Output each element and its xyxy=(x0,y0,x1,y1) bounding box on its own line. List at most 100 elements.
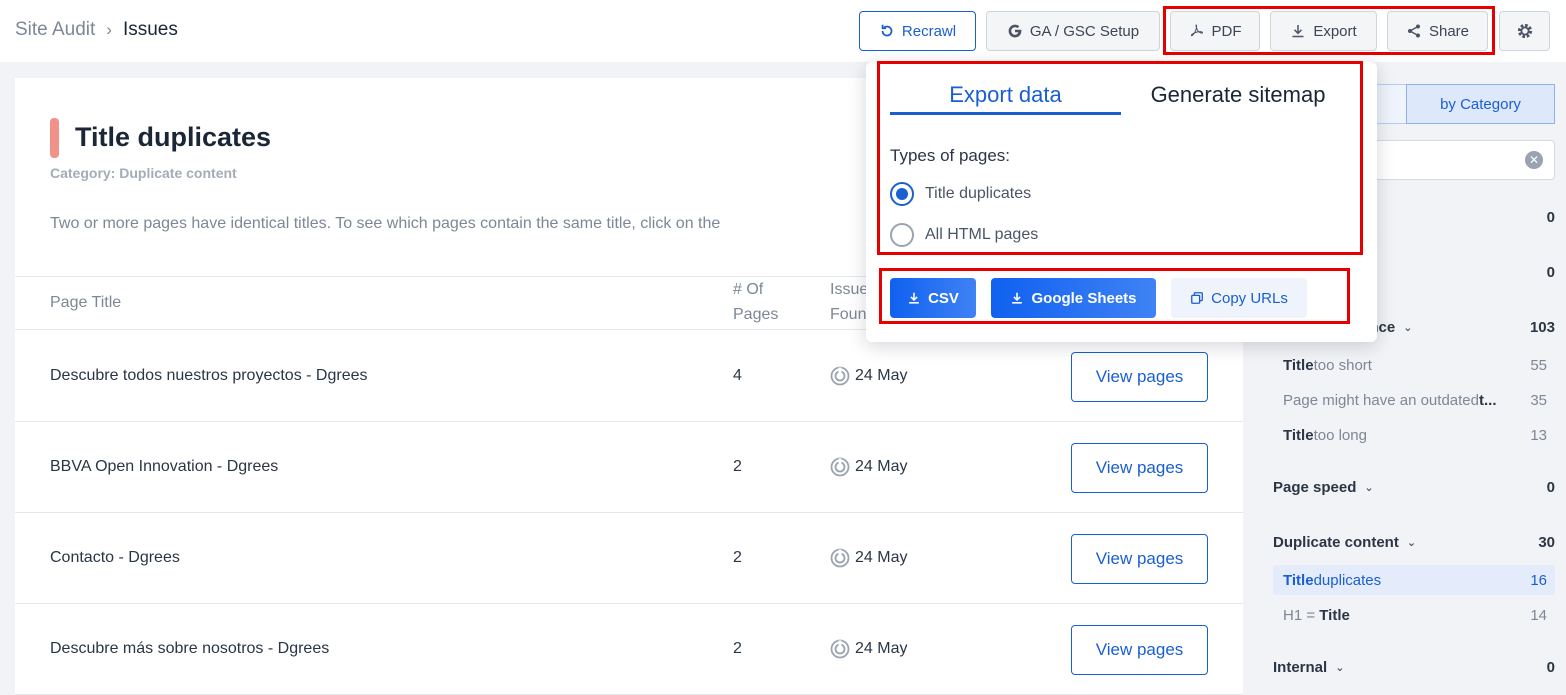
radar-icon xyxy=(830,457,850,477)
row-date-text: 24 May xyxy=(855,549,908,566)
radio-checked-icon[interactable] xyxy=(890,182,914,206)
clear-search-icon[interactable]: ✕ xyxy=(1525,151,1543,169)
sidebar-category-internal[interactable]: Internal ⌄ xyxy=(1273,659,1344,676)
gear-icon xyxy=(1517,23,1532,39)
chevron-down-icon: ⌄ xyxy=(1335,662,1345,674)
ga-gsc-setup-button[interactable]: GA / GSC Setup xyxy=(986,11,1160,51)
sub-count: 55 xyxy=(1530,356,1547,374)
chevron-down-icon: ⌄ xyxy=(1406,537,1417,549)
row-page-title: Contacto - Dgrees xyxy=(50,549,180,566)
pdf-label: PDF xyxy=(1211,22,1242,40)
header-page-count[interactable]: # Of Pages xyxy=(733,277,803,327)
chevron-down-icon: ⌄ xyxy=(1364,482,1374,494)
download-icon xyxy=(1012,292,1023,304)
sub-text: H1 = xyxy=(1283,606,1316,624)
view-toggle-by-category[interactable]: by Category xyxy=(1406,84,1555,124)
row-page-count: 2 xyxy=(733,458,742,475)
view-pages-button[interactable]: View pages xyxy=(1071,443,1208,493)
radio-unchecked-icon[interactable] xyxy=(890,223,914,247)
row-date-text: 24 May xyxy=(855,640,908,657)
view-pages-button[interactable]: View pages xyxy=(1071,625,1208,675)
sub-count: 35 xyxy=(1530,391,1547,409)
issue-severity-marker xyxy=(50,118,59,158)
sidebar-category-duplicate-content[interactable]: Duplicate content ⌄ xyxy=(1273,534,1416,551)
recrawl-button[interactable]: Recrawl xyxy=(859,11,976,51)
breadcrumb-site-audit[interactable]: Site Audit xyxy=(15,19,95,41)
tab-generate-sitemap[interactable]: Generate sitemap xyxy=(1134,82,1342,108)
sidebar-category-count: 103 xyxy=(1529,319,1555,336)
issue-category: Category: Duplicate content xyxy=(50,165,237,181)
issue-description: Two or more pages have identical titles.… xyxy=(50,215,721,232)
sub-text: Page might have an outdated xyxy=(1283,391,1479,409)
share-icon xyxy=(1407,24,1420,38)
radio-all-html-pages[interactable]: All HTML pages xyxy=(890,223,1038,247)
export-google-sheets-button[interactable]: Google Sheets xyxy=(991,278,1156,318)
sidebar-category-count: 0 xyxy=(1546,479,1555,496)
pdf-button[interactable]: PDF xyxy=(1170,11,1260,51)
breadcrumb: Site Audit › Issues xyxy=(15,19,178,41)
export-dropdown: Export data Generate sitemap Types of pa… xyxy=(866,62,1377,342)
row-page-count: 2 xyxy=(733,549,742,566)
download-icon xyxy=(909,292,919,304)
sidebar-category-label: Internal xyxy=(1273,659,1328,676)
sub-bold: Title xyxy=(1283,571,1314,589)
row-date-text: 24 May xyxy=(855,458,908,475)
sidebar-item-title-too-long[interactable]: Title too long 13 xyxy=(1273,420,1555,450)
sub-bold: Title xyxy=(1283,356,1314,374)
radar-icon xyxy=(830,366,850,386)
sidebar-item-outdated-title[interactable]: Page might have an outdated t... 35 xyxy=(1273,385,1555,415)
view-pages-button[interactable]: View pages xyxy=(1071,534,1208,584)
sidebar-category-page-speed[interactable]: Page speed ⌄ xyxy=(1273,479,1374,496)
sub-text: too short xyxy=(1313,356,1372,374)
sidebar-item-h1-title[interactable]: H1 = Title 14 xyxy=(1273,600,1555,630)
export-button[interactable]: Export xyxy=(1270,11,1377,51)
row-issue-date: 24 May xyxy=(830,548,907,568)
copy-urls-button[interactable]: Copy URLs xyxy=(1171,278,1307,318)
recrawl-label: Recrawl xyxy=(901,22,957,40)
radar-icon xyxy=(830,639,850,659)
radio-title-duplicates[interactable]: Title duplicates xyxy=(890,182,1031,206)
row-date-text: 24 May xyxy=(855,367,908,384)
radio-label: All HTML pages xyxy=(925,226,1039,243)
sub-bold: Title xyxy=(1319,606,1350,624)
row-page-count: 4 xyxy=(733,367,742,384)
share-button[interactable]: Share xyxy=(1387,11,1488,51)
google-sheets-label: Google Sheets xyxy=(1031,289,1137,307)
view-pages-button[interactable]: View pages xyxy=(1071,352,1208,402)
sub-text: duplicates xyxy=(1313,571,1382,589)
breadcrumb-separator: › xyxy=(106,20,112,39)
share-label: Share xyxy=(1428,22,1470,40)
types-of-pages-label: Types of pages: xyxy=(890,146,1011,165)
sidebar-category-count: 0 xyxy=(1546,659,1555,676)
copy-urls-label: Copy URLs xyxy=(1211,289,1288,307)
row-page-title: Descubre más sobre nosotros - Dgrees xyxy=(50,640,330,657)
sub-count: 14 xyxy=(1530,606,1547,624)
breadcrumb-issues: Issues xyxy=(122,19,178,40)
ga-gsc-label: GA / GSC Setup xyxy=(1029,22,1140,40)
row-page-title: Descubre todos nuestros proyectos - Dgre… xyxy=(50,367,368,384)
sub-bold: t... xyxy=(1478,391,1497,409)
sub-bold: Title xyxy=(1283,426,1314,444)
download-icon xyxy=(1292,25,1304,38)
sub-count: 13 xyxy=(1530,426,1547,444)
row-issue-date: 24 May xyxy=(830,639,907,659)
settings-button[interactable] xyxy=(1499,11,1550,51)
google-icon xyxy=(1008,24,1022,38)
sidebar-item-title-too-short[interactable]: Title too short 55 xyxy=(1273,350,1555,380)
table-row: Descubre más sobre nosotros - Dgrees 2 2… xyxy=(15,604,1243,695)
table-row: Contacto - Dgrees 2 24 May View pages xyxy=(15,513,1243,604)
export-csv-button[interactable]: CSV xyxy=(890,278,976,318)
sidebar-category-label: Duplicate content xyxy=(1273,534,1399,551)
top-bar: Site Audit › Issues Recrawl GA / GSC Set… xyxy=(0,0,1566,62)
row-issue-date: 24 May xyxy=(830,366,907,386)
chevron-down-icon: ⌄ xyxy=(1403,322,1413,334)
row-page-title: BBVA Open Innovation - Dgrees xyxy=(50,458,279,475)
export-label: Export xyxy=(1313,22,1357,40)
sidebar-item-title-duplicates[interactable]: Title duplicates 16 xyxy=(1273,565,1555,595)
radar-icon xyxy=(830,548,850,568)
header-page-title[interactable]: Page Title xyxy=(50,290,121,315)
csv-label: CSV xyxy=(928,289,959,307)
tab-export-data[interactable]: Export data xyxy=(890,82,1121,115)
table-row: BBVA Open Innovation - Dgrees 2 24 May V… xyxy=(15,422,1243,513)
sidebar-category-count: 0 xyxy=(1546,264,1555,281)
